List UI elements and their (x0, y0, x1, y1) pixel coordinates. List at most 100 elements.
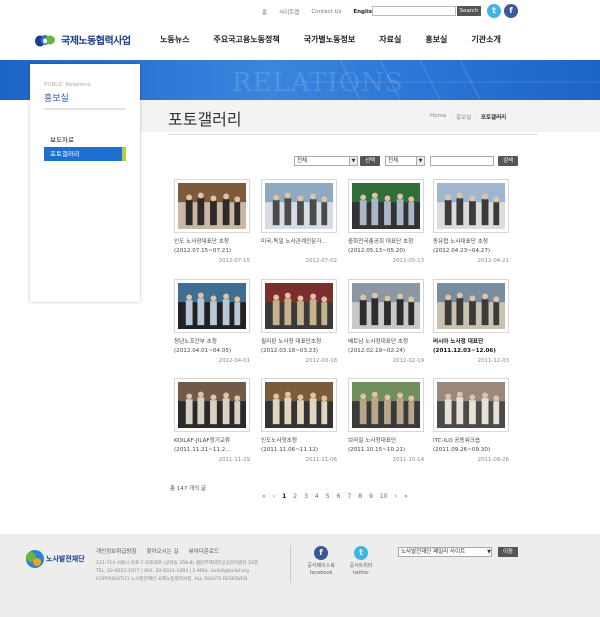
page-number[interactable]: 1 (282, 493, 286, 500)
page-number[interactable]: 2 (293, 493, 297, 500)
footer-twitter[interactable]: 공식트위터 twitter (342, 563, 380, 577)
breadcrumb-home[interactable]: Home (430, 113, 446, 121)
gallery-date: 2012-05-13 (392, 258, 424, 264)
nav-policy[interactable]: 주요국고용노동정책 (213, 34, 279, 45)
chevron-down-icon: ▼ (487, 549, 491, 555)
nav-country-info[interactable]: 국가별노동정보 (304, 34, 356, 45)
site-logo[interactable]: 국제노동협력사업 (34, 32, 131, 47)
gallery-date: 2011-12-03 (477, 358, 509, 364)
privacy-link[interactable]: 개인정보취급방침 (96, 547, 136, 555)
gallery-thumbnail[interactable] (348, 179, 424, 233)
sidebar-divider (44, 108, 126, 110)
nav-archive[interactable]: 자료실 (379, 34, 401, 45)
footer-twitter-icon[interactable]: t (354, 546, 368, 560)
gallery-date: 2012-03-18 (305, 358, 337, 364)
gallery-item[interactable]: 필리핀 노사정 대표단초청 (2012.03.18~03.23) 2012-03-… (261, 279, 337, 364)
next-page-button[interactable]: › (395, 493, 397, 500)
gallery-thumbnail[interactable] (174, 279, 250, 333)
twitter-icon[interactable]: t (487, 4, 501, 18)
gallery-caption[interactable]: ITC-ILO 공동워크숍 (2011.09.26~09.30) (433, 437, 509, 455)
gallery-thumbnail[interactable] (174, 179, 250, 233)
gallery-item[interactable]: ITC-ILO 공동워크숍 (2011.09.26~09.30) 2011-09-… (433, 378, 509, 463)
sidebar-item-gallery[interactable]: 포토갤러리 (44, 147, 126, 161)
top-search-button[interactable]: Search (457, 6, 481, 16)
family-site-select[interactable]: 노사발전재단 패밀리 사이트 ▼ (398, 547, 492, 557)
gallery-item[interactable]: 인도노사정초청 (2011.11.06~11.12) 2011-11-06 (261, 378, 337, 463)
search-field-select-value: 전체 (388, 158, 399, 164)
footer-facebook-icon[interactable]: f (314, 546, 328, 560)
gallery-caption[interactable]: 동유럽 노사대표단 초청 (2012.04.23~04.27) (433, 238, 509, 256)
footer-logo-text: 노사발전재단 (46, 555, 85, 563)
footer-divider (290, 545, 291, 583)
footer-facebook[interactable]: 공식페이스북 facebook (302, 563, 340, 577)
page-number[interactable]: 9 (369, 493, 373, 500)
gallery-thumbnail[interactable] (348, 279, 424, 333)
search-button[interactable]: 검색 (498, 156, 518, 166)
gallery-caption[interactable]: 미국-독일 노사관계전문가... (261, 238, 337, 256)
gallery-thumbnail[interactable] (433, 179, 509, 233)
gallery-thumbnail[interactable] (348, 378, 424, 432)
home-link[interactable]: 홈 (262, 8, 267, 16)
keyword-input[interactable] (430, 156, 494, 166)
sitemap-link[interactable]: 사이트맵 (279, 8, 299, 16)
facebook-icon[interactable]: f (504, 4, 518, 18)
page-number[interactable]: 3 (304, 493, 308, 500)
pagination: « ‹ 1 2 3 4 5 6 7 8 9 10 › » (262, 493, 408, 500)
first-page-button[interactable]: « (262, 493, 266, 500)
page-number[interactable]: 7 (347, 493, 351, 500)
breadcrumb: Home · 홍보실 · 포토갤러리 (430, 113, 506, 121)
gallery-item[interactable]: 동유럽 노사대표단 초청 (2012.04.23~04.27) 2012-04-2… (433, 179, 509, 264)
viewer-link[interactable]: 뷰어다운로드 (189, 547, 219, 555)
gallery-item[interactable]: 브라질 노사정대표단 (2011.10.15~10.21) 2011-10-14 (348, 378, 424, 463)
gallery-item[interactable]: 인도 노사장대표단 초청 (2012.07.15~07.21) 2012-07-1… (174, 179, 250, 264)
page-number[interactable]: 5 (326, 493, 330, 500)
page-number[interactable]: 8 (358, 493, 362, 500)
sidebar-item-press[interactable]: 보도자료 (50, 134, 74, 144)
footer-copyright: COPYRIGHT(C) 노사발전재단 국제노동협력사업. ALL RIGHTS… (96, 577, 249, 582)
gallery-caption[interactable]: 필리핀 노사정 대표단초청 (2012.03.18~03.23) (261, 338, 337, 356)
family-site-go-button[interactable]: 이동 (498, 547, 518, 557)
gallery-item[interactable]: 러시아 노사정 대표단 (2011.12.03~12.06) 2011-12-03 (433, 279, 509, 364)
family-site-value: 노사발전재단 패밀리 사이트 (401, 549, 466, 555)
total-count: 총 147 개의 글 (170, 486, 206, 492)
directions-link[interactable]: 찾아오시는 길 (146, 547, 178, 555)
gallery-caption[interactable]: 중화전국총공회 대표단 초청(2012.05.13~05.20) (348, 238, 424, 256)
gallery-thumbnail[interactable] (174, 378, 250, 432)
gallery-caption[interactable]: 러시아 노사정 대표단 (2011.12.03~12.06) (433, 338, 509, 356)
gallery-item[interactable]: 중화전국총공회 대표단 초청(2012.05.13~05.20) 2012-05-… (348, 179, 424, 264)
gallery-caption[interactable]: 베트남 노사정대표단 초청 (2012.02.19~02.24) (348, 338, 424, 356)
gallery-item[interactable]: 청년노조간부 초청 (2012.04.01~04.05) 2012-04-01 (174, 279, 250, 364)
gallery-thumbnail[interactable] (433, 279, 509, 333)
footer-facebook-label: 공식페이스북 (307, 563, 335, 569)
prev-page-button[interactable]: ‹ (273, 493, 275, 500)
page-title: 포토갤러리 (168, 110, 242, 129)
category-select[interactable]: 전체 ▼ (294, 156, 358, 166)
nav-about[interactable]: 기관소개 (471, 34, 500, 45)
gallery-item[interactable]: KOILAF-JILAF정기교류 (2011.11.21~11.2... 2011… (174, 378, 250, 463)
gallery-caption[interactable]: 청년노조간부 초청 (2012.04.01~04.05) (174, 338, 250, 356)
nav-pr[interactable]: 홍보실 (425, 34, 447, 45)
gallery-thumbnail[interactable] (433, 378, 509, 432)
footer-facebook-sub: facebook (309, 570, 333, 576)
last-page-button[interactable]: » (404, 493, 408, 500)
gallery-item[interactable]: 베트남 노사정대표단 초청 (2012.02.19~02.24) 2012-02-… (348, 279, 424, 364)
page-number[interactable]: 6 (337, 493, 341, 500)
gallery-thumbnail[interactable] (261, 378, 337, 432)
gallery-caption[interactable]: 인도 노사장대표단 초청 (2012.07.15~07.21) (174, 238, 250, 256)
top-search-input[interactable] (372, 6, 456, 16)
footer-twitter-label: 공식트위터 (349, 563, 373, 569)
gallery-thumbnail[interactable] (261, 279, 337, 333)
page-number[interactable]: 4 (315, 493, 319, 500)
gallery-item[interactable]: 미국-독일 노사관계전문가... 2012-07-02 (261, 179, 337, 264)
page-number[interactable]: 10 (380, 493, 388, 500)
contact-link[interactable]: Contact Us (311, 9, 341, 15)
gallery-caption[interactable]: KOILAF-JILAF정기교류 (2011.11.21~11.2... (174, 437, 250, 455)
breadcrumb-pr[interactable]: 홍보실 (456, 113, 471, 121)
gallery-caption[interactable]: 인도노사정초청 (2011.11.06~11.12) (261, 437, 337, 455)
gallery-thumbnail[interactable] (261, 179, 337, 233)
nav-labor-news[interactable]: 노동뉴스 (160, 34, 189, 45)
gallery-caption[interactable]: 브라질 노사정대표단 (2011.10.15~10.21) (348, 437, 424, 455)
search-field-select[interactable]: 전체 ▼ (385, 156, 425, 166)
select-button[interactable]: 선택 (360, 156, 380, 166)
photo-image (178, 183, 246, 229)
